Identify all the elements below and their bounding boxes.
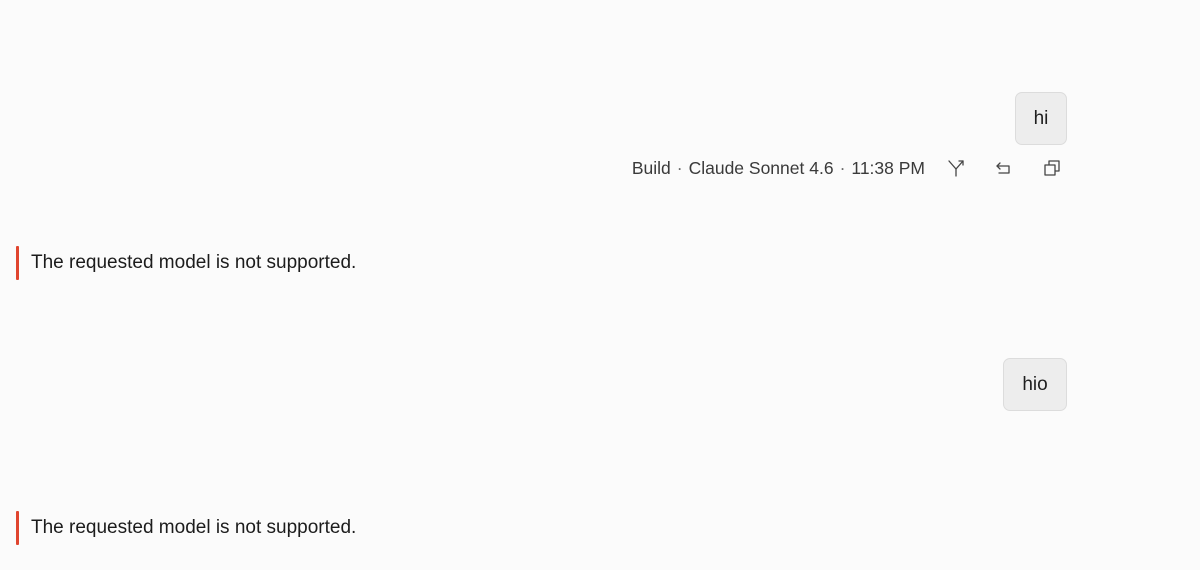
meta-separator: · (839, 157, 846, 178)
user-message-bubble[interactable]: hi (1015, 92, 1067, 145)
model-label: Claude Sonnet 4.6 (688, 157, 834, 178)
branch-icon (948, 160, 964, 177)
user-message-bubble[interactable]: hio (1003, 358, 1067, 411)
copy-button[interactable] (1040, 156, 1064, 180)
chat-thread: hi Build · Claude Sonnet 4.6 · 11:38 PM (0, 0, 1200, 570)
error-message: The requested model is not supported. (16, 246, 356, 280)
revert-button[interactable] (992, 156, 1016, 180)
mode-label: Build (631, 157, 671, 178)
branch-button[interactable] (944, 156, 968, 180)
error-text: The requested model is not supported. (31, 252, 357, 273)
timestamp: 11:38 PM (851, 157, 925, 178)
error-message: The requested model is not supported. (16, 511, 356, 545)
revert-icon (996, 162, 1010, 174)
user-message-text: hio (1022, 373, 1048, 395)
user-message-text: hi (1033, 107, 1049, 129)
copy-icon (1044, 160, 1060, 176)
meta-separator: · (676, 157, 683, 178)
error-accent-bar (16, 511, 19, 545)
message-actions (944, 155, 1088, 181)
message-meta: Build · Claude Sonnet 4.6 · 11:38 PM (632, 155, 925, 181)
error-accent-bar (16, 246, 19, 280)
error-text: The requested model is not supported. (31, 517, 357, 538)
